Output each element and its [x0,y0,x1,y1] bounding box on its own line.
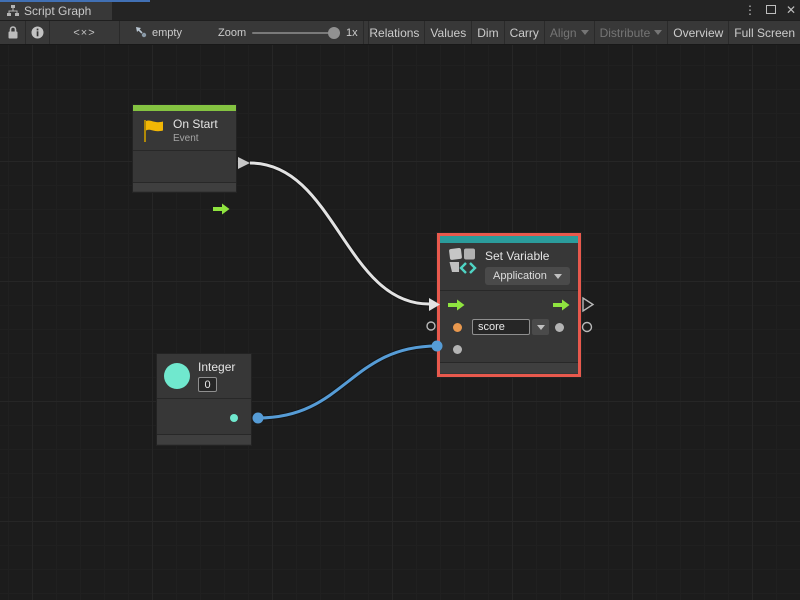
toolbar-toggle-group: Relations Values Dim Carry Align Distrib… [363,21,800,44]
info-icon [31,26,44,39]
variable-name-dropdown-button[interactable] [532,319,549,335]
window-menu-icon[interactable]: ⋮ [744,3,756,17]
values-button[interactable]: Values [424,21,471,44]
node-on-start[interactable]: On Start Event [133,105,236,192]
chevron-down-icon [537,325,545,330]
exec-output-port-icon[interactable] [553,299,570,311]
variable-scope-dropdown[interactable]: Application [485,267,570,285]
node-title: Integer [198,360,235,374]
flag-icon [141,118,166,144]
script-graph-icon [7,5,19,17]
tab-title: Script Graph [24,4,91,18]
node-footer [157,434,251,444]
dim-button[interactable]: Dim [471,21,503,44]
variable-name-port[interactable] [453,323,462,332]
integer-output-port[interactable] [230,414,238,422]
graph-canvas[interactable] [0,45,800,600]
variables-icon [449,247,478,274]
info-button[interactable] [26,21,49,44]
chevron-down-icon [554,274,562,279]
value-output-port[interactable] [555,323,564,332]
distribute-dropdown-button: Distribute [594,21,668,44]
zoom-label: Zoom [218,21,250,44]
zoom-slider-track[interactable] [252,32,340,34]
zoom-slider-handle[interactable] [328,27,340,39]
node-integer[interactable]: Integer 0 [157,354,251,445]
value-input-port[interactable] [453,345,462,354]
variable-header-stripe [440,236,578,243]
fullscreen-button[interactable]: Full Screen [728,21,800,44]
node-footer [133,182,236,191]
node-footer [440,362,578,373]
exec-output-port-icon[interactable] [213,203,230,215]
exec-input-port-icon[interactable] [448,299,465,311]
chevron-down-icon [581,30,589,35]
code-preview-button[interactable]: <×> [50,21,119,44]
graph-toolbar: <×> empty Zoom 1x Relations Values Dim C… [0,20,800,45]
node-set-variable[interactable]: Set Variable Application score [437,233,581,377]
close-icon[interactable]: ✕ [786,3,796,17]
variable-name-field[interactable]: score [472,319,530,335]
chevron-down-icon [654,30,662,35]
graph-status-label: empty [152,21,186,44]
relations-button[interactable]: Relations [363,21,424,44]
lock-icon [7,26,19,39]
tab-script-graph[interactable]: Script Graph [0,2,112,20]
integer-value-field[interactable]: 0 [198,377,217,392]
graph-pointer-icon [133,21,151,44]
maximize-icon[interactable] [766,5,776,14]
lock-button[interactable] [0,21,25,44]
integer-type-icon [164,363,190,389]
node-title: Set Variable [485,249,570,263]
align-dropdown-button: Align [544,21,594,44]
tab-bar: Script Graph ⋮ ✕ [0,0,800,20]
node-title: On Start [173,118,218,131]
overview-button[interactable]: Overview [667,21,728,44]
code-toggle-icon: <×> [73,27,95,39]
node-subtitle: Event [173,133,218,144]
carry-button[interactable]: Carry [504,21,544,44]
